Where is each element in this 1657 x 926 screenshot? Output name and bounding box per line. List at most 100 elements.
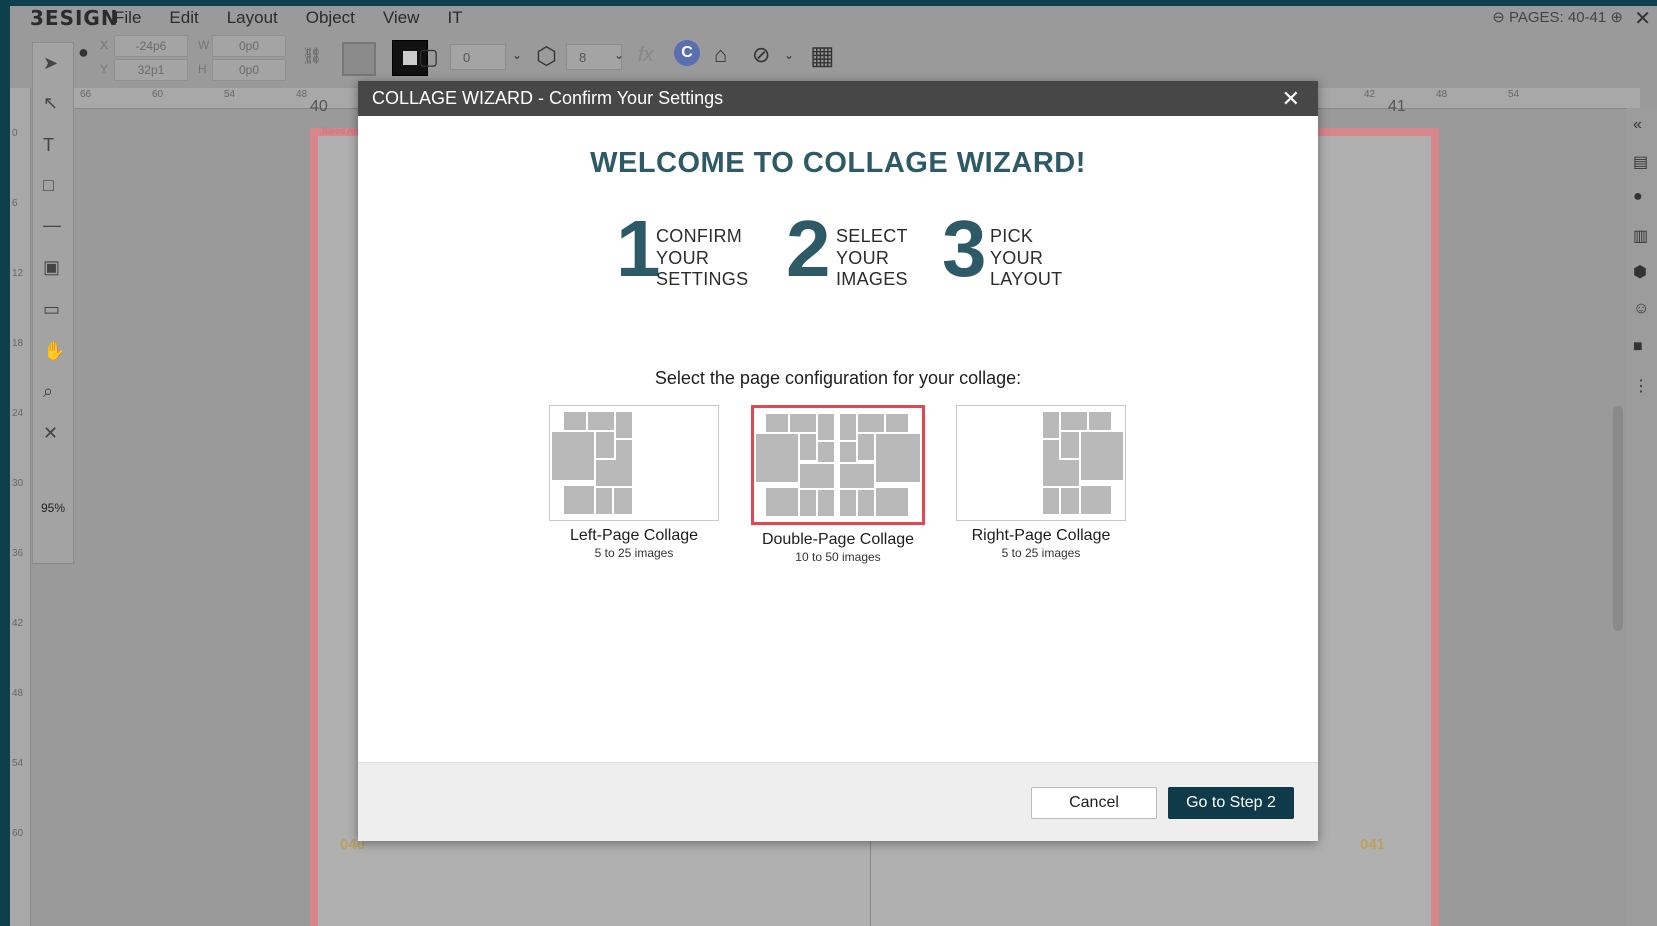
- menu-object[interactable]: Object: [306, 8, 355, 28]
- vertical-scrollbar[interactable]: [1613, 406, 1623, 631]
- cancel-button[interactable]: Cancel: [1031, 787, 1157, 819]
- grid-layout-icon[interactable]: ▦: [810, 40, 835, 71]
- layout-icon[interactable]: ▥: [1633, 226, 1648, 246]
- ruler-label: 36: [12, 548, 24, 559]
- menu-it[interactable]: IT: [447, 8, 462, 28]
- person-icon[interactable]: ●: [1633, 188, 1643, 206]
- app-logo: 3ESIGN: [30, 6, 119, 30]
- ruler-label: 48: [1436, 89, 1448, 100]
- pages-label: PAGES: 40-41: [1508, 9, 1607, 26]
- option-subtitle: 5 to 25 images: [1001, 546, 1081, 560]
- image-frame-icon[interactable]: ▣: [43, 257, 60, 278]
- rectangle-tool-icon[interactable]: □: [43, 175, 54, 196]
- menu-edit[interactable]: Edit: [169, 8, 198, 28]
- y-field[interactable]: 32p1: [114, 59, 188, 81]
- h-label: H: [198, 62, 207, 76]
- text-tool-icon[interactable]: T: [43, 135, 54, 156]
- direct-select-icon[interactable]: ➤: [43, 53, 58, 74]
- hide-eye-icon[interactable]: ⊘: [752, 42, 770, 68]
- node-select-icon[interactable]: ↖: [43, 93, 58, 114]
- chevron-down-icon[interactable]: ⌄: [784, 48, 794, 62]
- color-c-icon[interactable]: C: [674, 40, 700, 66]
- fill-swatch[interactable]: [342, 42, 376, 76]
- images-icon[interactable]: ▤: [1633, 152, 1648, 172]
- step-line: YOUR: [836, 247, 890, 268]
- option-title: Double-Page Collage: [761, 531, 915, 548]
- polygon-icon[interactable]: ⬡: [536, 42, 557, 71]
- option-title: Left-Page Collage: [569, 527, 699, 544]
- ruler-label: 6: [12, 198, 18, 209]
- ads-icon[interactable]: ■: [1633, 338, 1643, 356]
- collapse-icon[interactable]: «: [1633, 116, 1642, 134]
- app-close-icon[interactable]: ✕: [1634, 6, 1651, 31]
- line-tool-icon[interactable]: —: [43, 215, 61, 236]
- left-page-thumbnail[interactable]: [549, 405, 719, 521]
- step-number: 2: [786, 204, 831, 293]
- zoom-tool-icon[interactable]: ⌕: [43, 381, 53, 402]
- step-label: PICK YOUR LAYOUT: [990, 226, 1062, 291]
- right-page-collage-option[interactable]: Right-Page Collage 5 to 25 images: [956, 405, 1126, 560]
- instruction-text: Select the page configuration for your c…: [654, 368, 1022, 388]
- prev-page-icon[interactable]: ⊖: [1492, 9, 1505, 26]
- apps-grid-icon[interactable]: ⋮: [1633, 376, 1649, 396]
- ruler-label: 66: [80, 89, 92, 100]
- pages-indicator[interactable]: ⊖ PAGES: 40-41 ⊕: [1492, 8, 1623, 26]
- left-page-collage-option[interactable]: Left-Page Collage 5 to 25 images: [549, 405, 719, 560]
- menu-file[interactable]: File: [114, 8, 141, 28]
- tag-icon[interactable]: ⌂: [714, 42, 727, 68]
- x-label: X: [100, 38, 109, 52]
- ruler-label: 42: [12, 618, 24, 629]
- step-number: 1: [616, 204, 661, 293]
- ruler-label: 54: [12, 758, 24, 769]
- toolbar: ➤ ● X -24p6 Y 32p1 W 0p0 H 0p0 ⛓ ▢ 0 ⌄ ⬡…: [10, 32, 1657, 88]
- dialog-header: COLLAGE WIZARD - Confirm Your Settings ✕: [358, 81, 1318, 116]
- ruler-label: 48: [296, 89, 308, 100]
- step-line: CONFIRM: [656, 226, 743, 246]
- step-line: IMAGES: [836, 269, 908, 289]
- chevron-down-icon[interactable]: ⌄: [614, 48, 624, 62]
- link-icon[interactable]: ⛓: [302, 46, 322, 66]
- right-page-number: 041: [1360, 836, 1386, 853]
- step-label: SELECT YOUR IMAGES: [836, 226, 908, 291]
- w-label: W: [198, 38, 210, 52]
- corner-stepper[interactable]: 0: [450, 44, 506, 70]
- option-title: Right-Page Collage: [971, 527, 1111, 544]
- step-label: CONFIRM YOUR SETTINGS: [656, 226, 748, 291]
- ruler-label: 60: [152, 89, 164, 100]
- hand-tool-icon[interactable]: ✋: [43, 341, 65, 362]
- fx-icon[interactable]: fx: [638, 44, 654, 67]
- ruler-label: 12: [12, 268, 24, 279]
- go-to-step-2-button[interactable]: Go to Step 2: [1168, 787, 1294, 819]
- step-line: LAYOUT: [990, 269, 1063, 289]
- double-page-thumbnail[interactable]: [751, 405, 925, 525]
- menu-layout[interactable]: Layout: [227, 8, 278, 28]
- right-panel: « ▤ ● ▥ ⬢ ☺ ■ ⋮: [1627, 108, 1657, 926]
- w-field[interactable]: 0p0: [212, 35, 286, 57]
- ruler-label: 24: [12, 408, 24, 419]
- next-page-icon[interactable]: ⊕: [1610, 9, 1623, 26]
- shapes-icon[interactable]: ⬢: [1633, 262, 1647, 282]
- right-page-thumbnail[interactable]: [956, 405, 1126, 521]
- x-field[interactable]: -24p6: [114, 35, 188, 57]
- sticker-icon[interactable]: ☺: [1633, 300, 1649, 318]
- option-subtitle: 10 to 50 images: [795, 550, 881, 564]
- comment-icon[interactable]: ▭: [43, 299, 60, 320]
- pin-icon[interactable]: ●: [78, 42, 89, 63]
- fit-icon[interactable]: ✕: [43, 423, 58, 444]
- ruler-label: 54: [1508, 89, 1520, 100]
- dialog-footer: Cancel Go to Step 2: [358, 762, 1318, 841]
- step-line: PICK: [990, 226, 1034, 246]
- h-field[interactable]: 0p0: [212, 59, 286, 81]
- chevron-down-icon[interactable]: ⌄: [512, 48, 522, 62]
- corner-icon[interactable]: ▢: [418, 44, 439, 70]
- tool-panel: ➤ ↖ T □ — ▣ ▭ ✋ ⌕ ✕ 95%: [32, 42, 74, 564]
- double-page-collage-option[interactable]: Double-Page Collage 10 to 50 images: [751, 405, 925, 564]
- zoom-level[interactable]: 95%: [33, 501, 73, 515]
- ruler-label: 42: [1364, 89, 1376, 100]
- ruler-label: 60: [12, 828, 24, 839]
- close-icon[interactable]: ✕: [1282, 86, 1300, 112]
- step-number: 3: [942, 204, 987, 293]
- menu-view[interactable]: View: [383, 8, 420, 28]
- ruler-label: 48: [12, 688, 24, 699]
- welcome-heading: WELCOME TO COLLAGE WIZARD!: [590, 147, 1086, 179]
